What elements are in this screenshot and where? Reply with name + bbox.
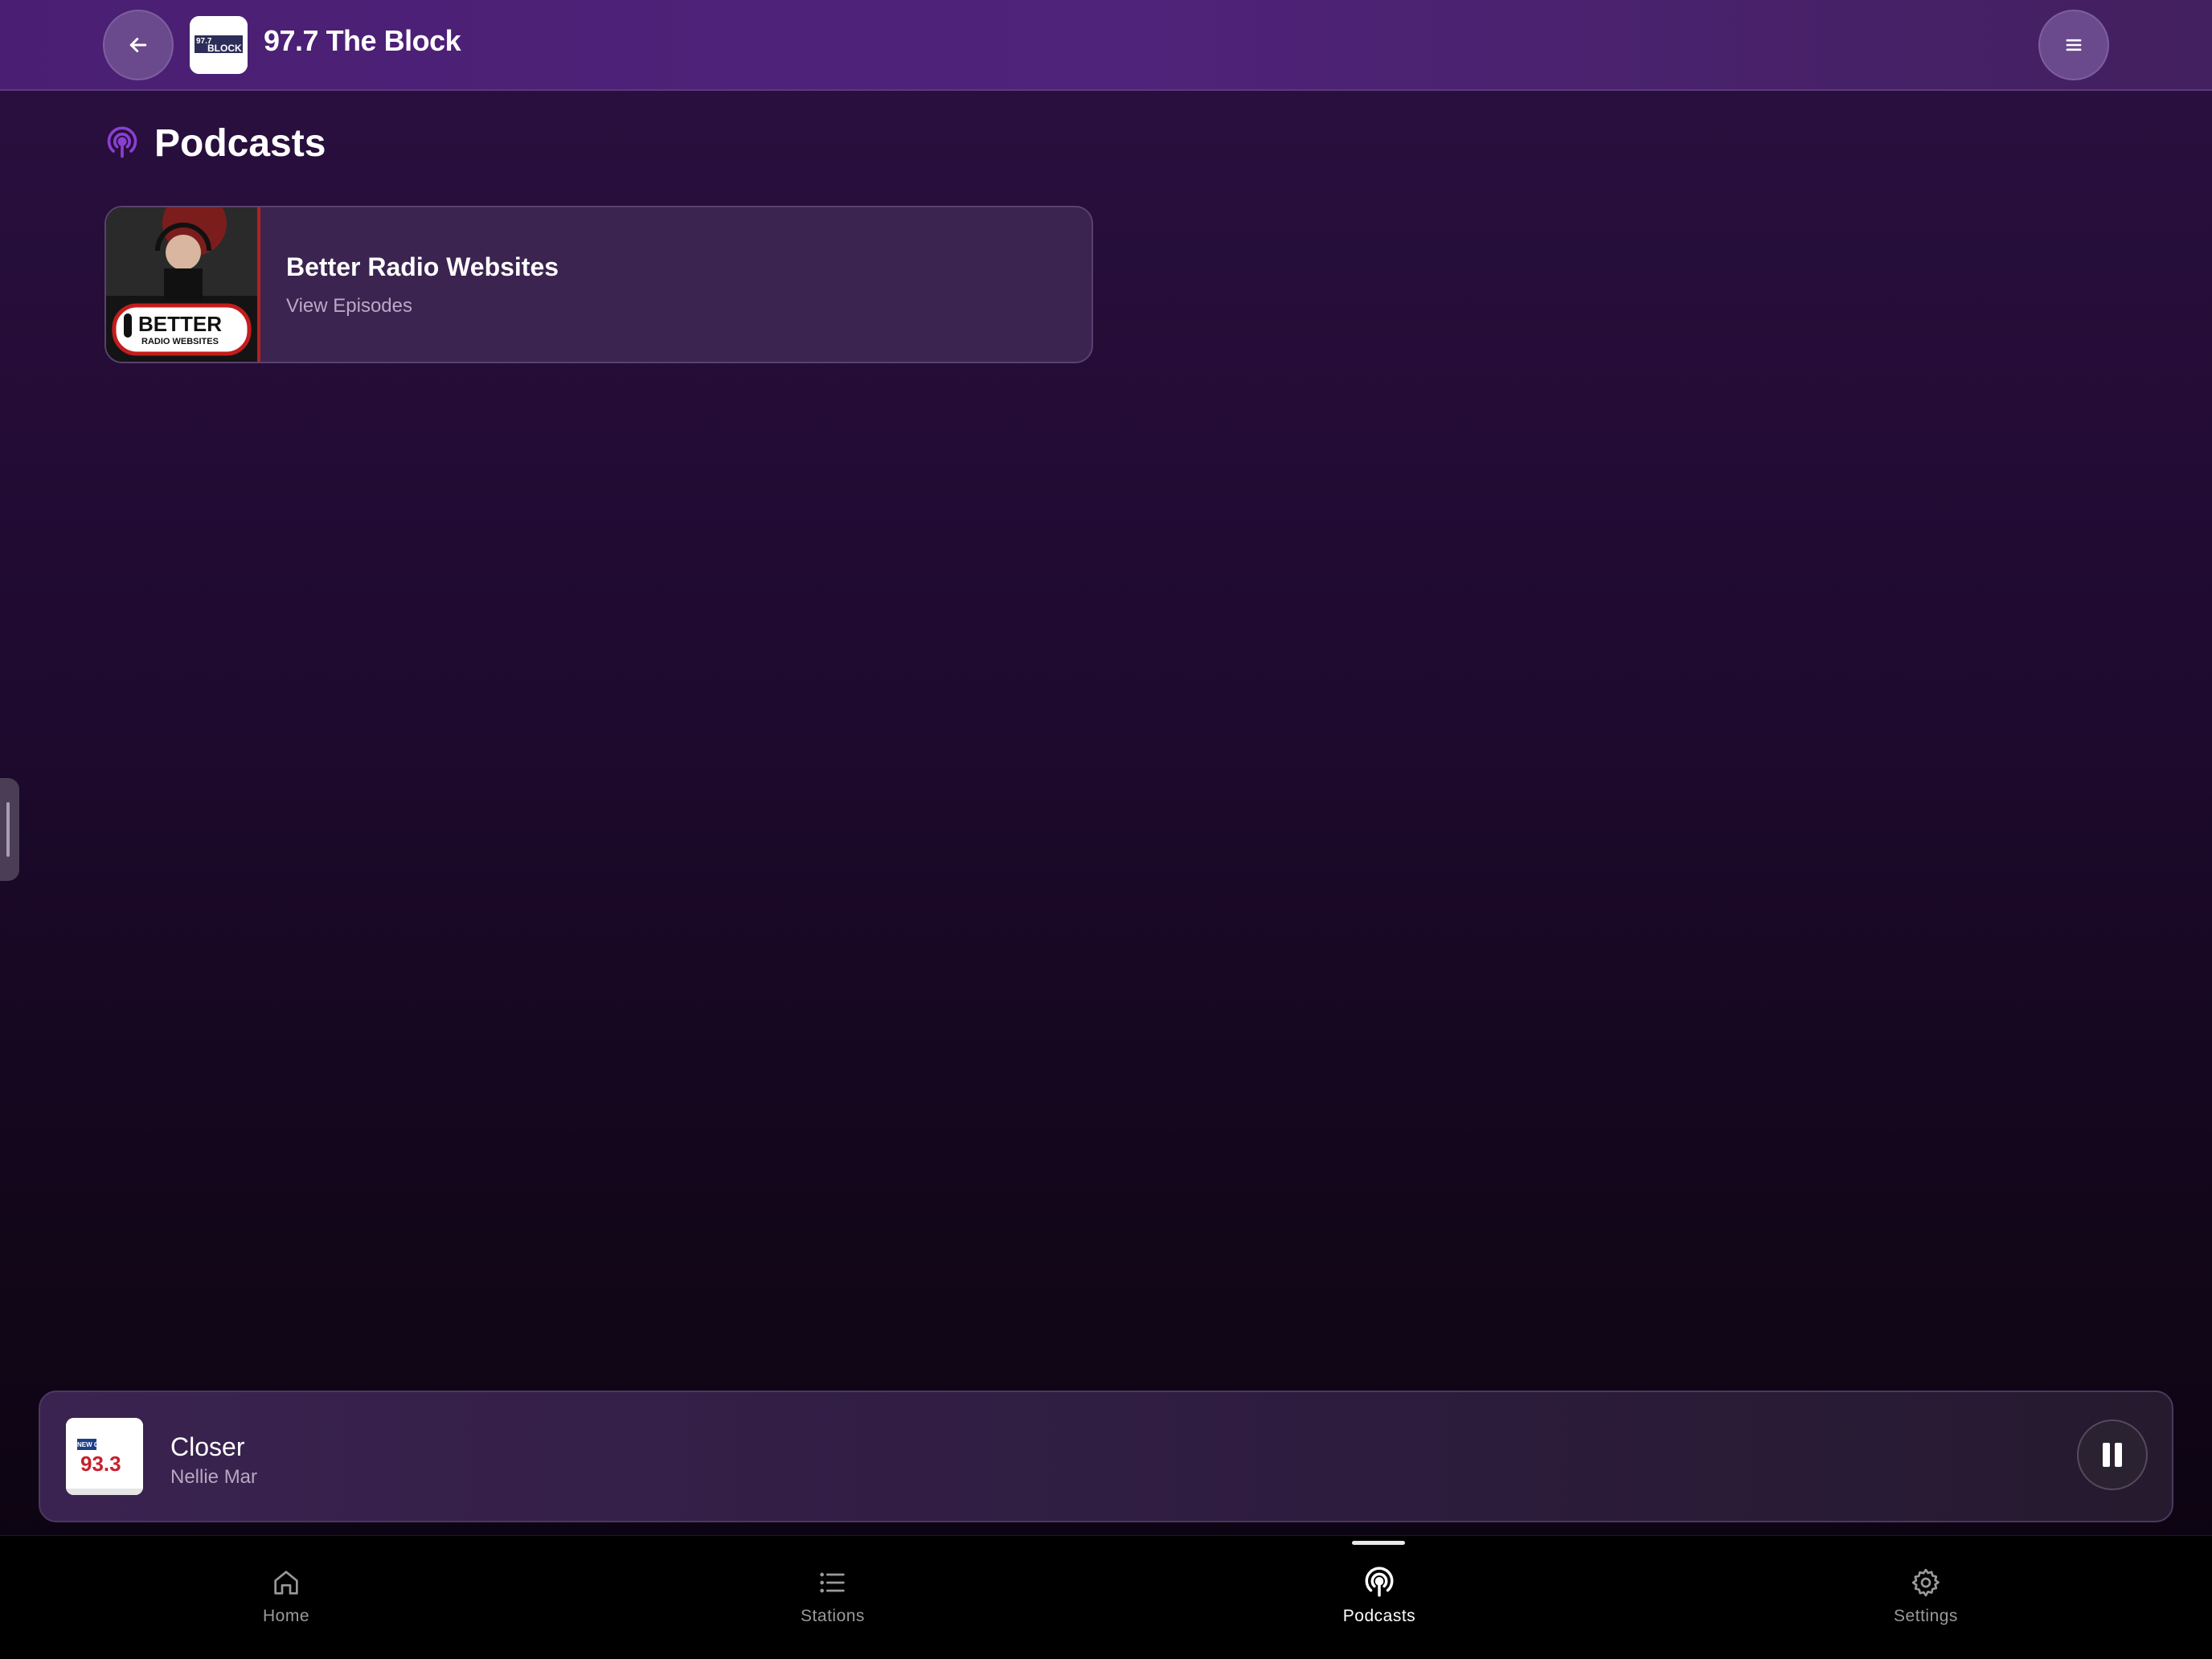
- podcast-card[interactable]: BETTER RADIO WEBSITES Better Radio Websi…: [104, 206, 1093, 363]
- station-logo-text-bottom: BLOCK: [207, 43, 242, 54]
- nav-home-label: Home: [262, 1607, 310, 1625]
- podcast-art-title: BETTER: [138, 312, 222, 336]
- nav-home[interactable]: Home: [206, 1565, 367, 1637]
- nav-settings-label: Settings: [1894, 1607, 1958, 1625]
- nav-stations[interactable]: Stations: [752, 1565, 913, 1637]
- arrow-left-icon: [129, 38, 147, 52]
- now-playing-artwork: NEW COUNTRY 93.3: [66, 1418, 143, 1495]
- bottom-navigation: Home Stations Podcasts Settings: [0, 1535, 2212, 1659]
- podcast-art-subtitle: RADIO WEBSITES: [141, 337, 219, 346]
- nav-stations-label: Stations: [801, 1607, 865, 1625]
- side-drawer-handle[interactable]: [0, 778, 19, 881]
- pause-button[interactable]: [2077, 1419, 2148, 1490]
- gear-icon: [1908, 1565, 1944, 1600]
- hamburger-menu-icon: [2066, 39, 2082, 51]
- home-icon: [268, 1565, 304, 1600]
- podcast-icon: [103, 124, 141, 162]
- now-playing-art-top: NEW COUNTRY: [77, 1441, 126, 1448]
- mini-player[interactable]: NEW COUNTRY 93.3 Closer Nellie Mar: [39, 1391, 2173, 1522]
- podcast-icon: [1362, 1565, 1397, 1600]
- pause-icon: [2103, 1443, 2122, 1467]
- station-title: 97.7 The Block: [264, 24, 461, 57]
- view-episodes-label[interactable]: View Episodes: [286, 295, 559, 317]
- now-playing-title: Closer: [170, 1432, 245, 1461]
- podcast-artwork: BETTER RADIO WEBSITES: [106, 207, 260, 362]
- menu-button[interactable]: [2038, 10, 2109, 80]
- now-playing-artist: Nellie Mar: [170, 1466, 258, 1488]
- now-playing-art-main: 93.3: [80, 1452, 121, 1476]
- active-tab-indicator: [1352, 1541, 1405, 1545]
- page-title-row: Podcasts: [103, 121, 326, 166]
- list-icon: [815, 1565, 850, 1600]
- page-title: Podcasts: [154, 121, 326, 165]
- drawer-grip: [6, 802, 10, 857]
- podcast-name: Better Radio Websites: [286, 252, 559, 281]
- nav-settings[interactable]: Settings: [1845, 1565, 2006, 1637]
- station-logo: 97.7 BLOCK: [190, 16, 248, 74]
- nav-podcasts[interactable]: Podcasts: [1299, 1565, 1460, 1637]
- app-header: 97.7 BLOCK 97.7 The Block: [0, 0, 2212, 91]
- back-button[interactable]: [103, 10, 174, 80]
- nav-podcasts-label: Podcasts: [1342, 1607, 1416, 1625]
